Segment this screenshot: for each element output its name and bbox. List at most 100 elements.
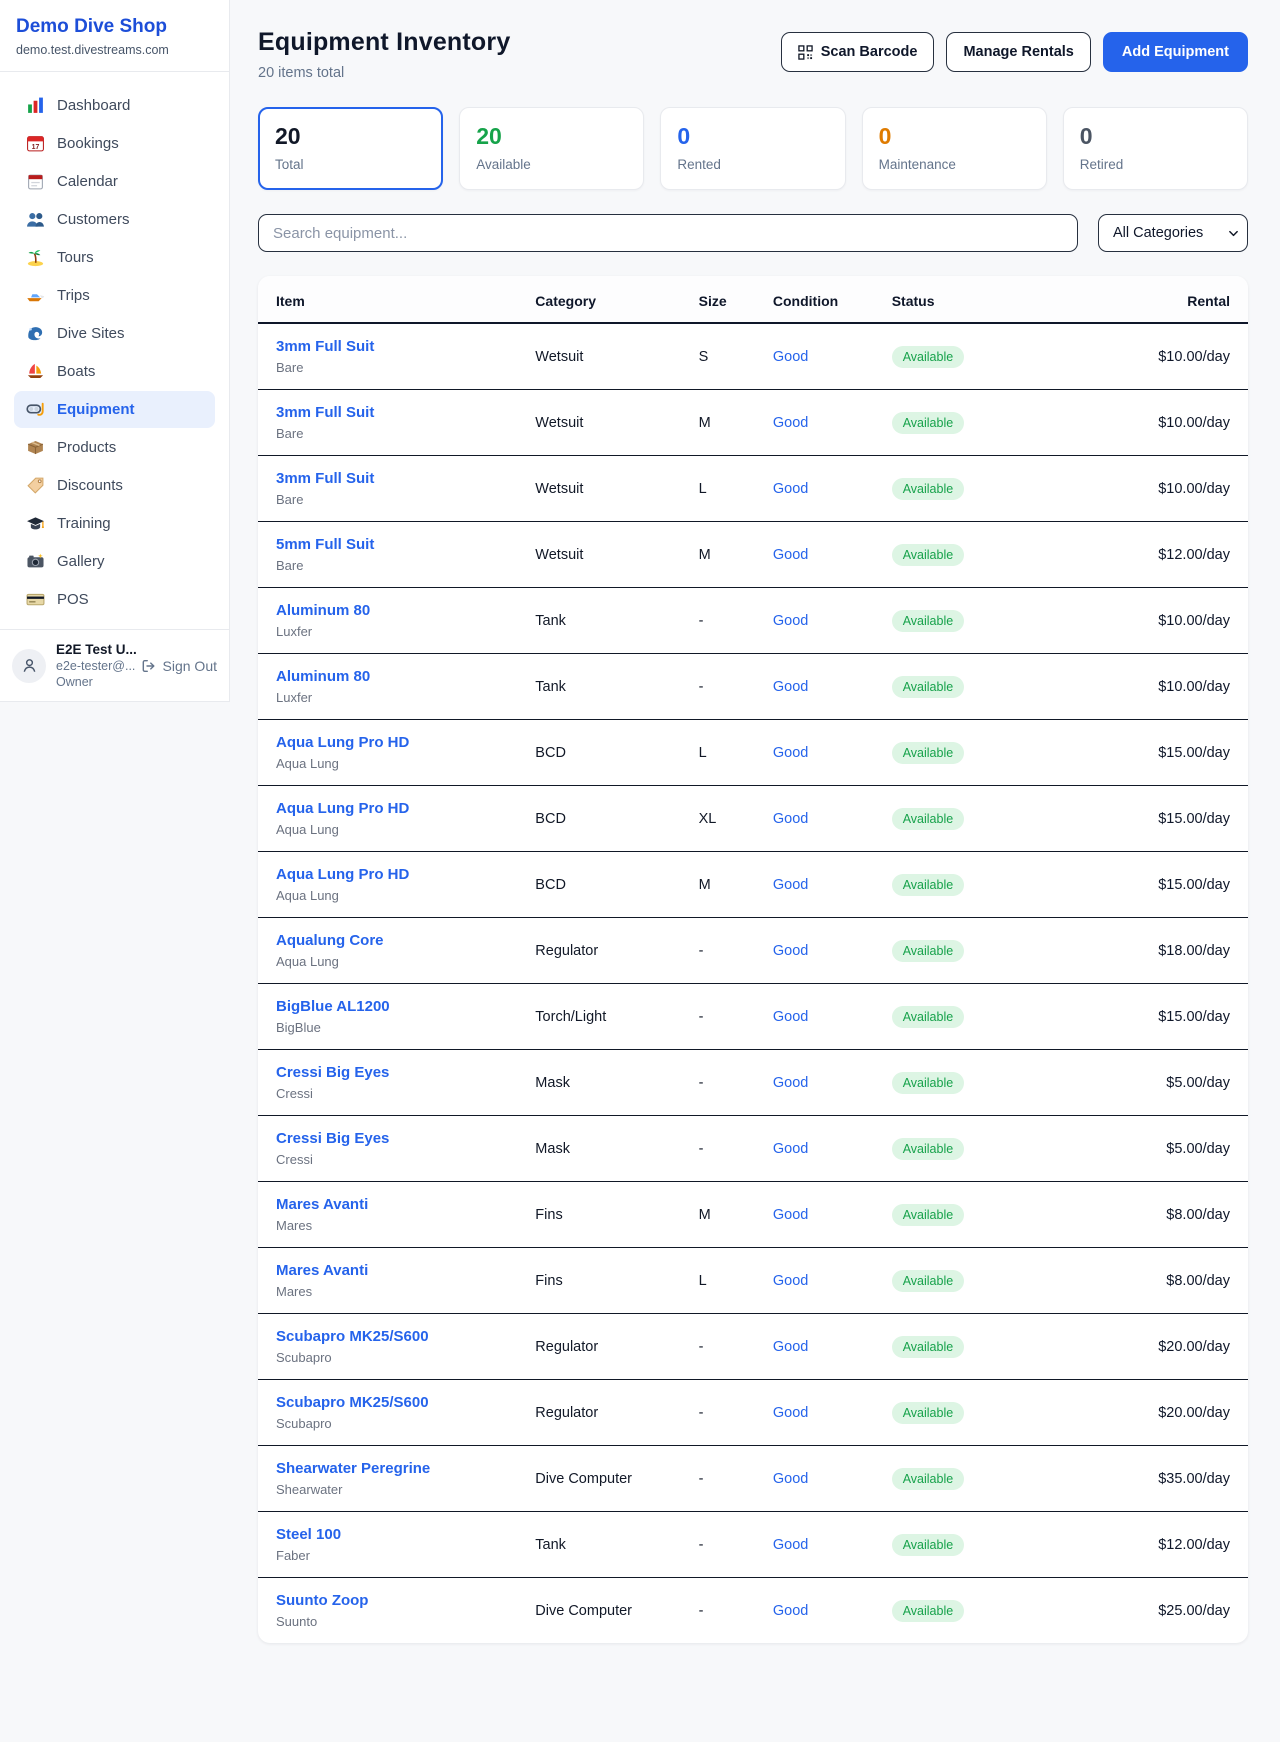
sidebar-item-label: Discounts [57,477,123,494]
rental-price: $15.00/day [1158,745,1230,761]
condition-link[interactable]: Good [773,547,808,563]
condition-link[interactable]: Good [773,1075,808,1091]
sidebar-item-products[interactable]: Products [14,429,215,466]
item-brand: Scubapro [276,1416,515,1431]
item-brand: Bare [276,426,515,441]
add-equipment-label: Add Equipment [1122,44,1229,60]
scan-barcode-button[interactable]: Scan Barcode [781,32,935,72]
sidebar-item-dive-sites[interactable]: Dive Sites [14,315,215,352]
sidebar-item-calendar[interactable]: Calendar [14,163,215,200]
condition-link[interactable]: Good [773,1603,808,1619]
search-input[interactable] [258,214,1078,252]
item-cell: Aqua Lung Pro HDAqua Lung [258,852,525,918]
item-name-link[interactable]: Shearwater Peregrine [276,1460,515,1477]
sign-out-button[interactable]: Sign Out [141,658,219,674]
status-cell: Available [882,654,1080,720]
category-select[interactable]: All Categories [1098,214,1248,252]
condition-link[interactable]: Good [773,415,808,431]
item-name-link[interactable]: Scubapro MK25/S600 [276,1394,515,1411]
item-name-link[interactable]: Aqua Lung Pro HD [276,734,515,751]
condition-link[interactable]: Good [773,1537,808,1553]
item-name-link[interactable]: Aqua Lung Pro HD [276,866,515,883]
item-name-link[interactable]: 3mm Full Suit [276,470,515,487]
sidebar-item-pos[interactable]: POS [14,581,215,618]
size-cell: - [689,1116,763,1182]
item-brand: Aqua Lung [276,954,515,969]
sidebar-item-bookings[interactable]: 17Bookings [14,125,215,162]
category-cell: Regulator [525,1380,688,1446]
stat-card-total[interactable]: 20Total [258,107,443,190]
condition-link[interactable]: Good [773,943,808,959]
stat-card-available[interactable]: 20Available [459,107,644,190]
item-brand: Scubapro [276,1350,515,1365]
item-name-link[interactable]: Aqua Lung Pro HD [276,800,515,817]
sidebar-item-trips[interactable]: Trips [14,277,215,314]
condition-link[interactable]: Good [773,613,808,629]
item-name-link[interactable]: Cressi Big Eyes [276,1064,515,1081]
item-name-link[interactable]: 5mm Full Suit [276,536,515,553]
item-name-link[interactable]: Scubapro MK25/S600 [276,1328,515,1345]
item-name-link[interactable]: Aluminum 80 [276,668,515,685]
condition-link[interactable]: Good [773,811,808,827]
sidebar-item-label: Training [57,515,111,532]
sidebar-item-customers[interactable]: Customers [14,201,215,238]
manage-rentals-button[interactable]: Manage Rentals [946,32,1090,72]
condition-cell: Good [763,918,882,984]
item-name-link[interactable]: Mares Avanti [276,1262,515,1279]
category-cell: Regulator [525,1314,688,1380]
condition-link[interactable]: Good [773,1141,808,1157]
item-brand: Bare [276,360,515,375]
svg-text:17: 17 [32,144,40,151]
item-name-link[interactable]: Mares Avanti [276,1196,515,1213]
user-email: e2e-tester@... [56,659,131,673]
condition-link[interactable]: Good [773,1471,808,1487]
item-name-link[interactable]: Cressi Big Eyes [276,1130,515,1147]
item-cell: 3mm Full Suit Bare [258,390,525,456]
condition-link[interactable]: Good [773,481,808,497]
brand-domain: demo.test.divestreams.com [16,43,213,57]
item-name-link[interactable]: Aqualung Core [276,932,515,949]
rental-price: $12.00/day [1158,547,1230,563]
condition-link[interactable]: Good [773,1273,808,1289]
stats-row: 20Total20Available0Rented0Maintenance0Re… [258,107,1248,190]
brand-name[interactable]: Demo Dive Shop [16,16,213,38]
item-name-link[interactable]: 3mm Full Suit [276,404,515,421]
sidebar-item-tours[interactable]: Tours [14,239,215,276]
sidebar-item-training[interactable]: Training [14,505,215,542]
rental-cell: $15.00/day [1080,852,1248,918]
avatar [12,649,46,683]
item-cell: Aluminum 80Luxfer [258,654,525,720]
item-name-link[interactable]: BigBlue AL1200 [276,998,515,1015]
item-name-link[interactable]: Aluminum 80 [276,602,515,619]
sidebar-item-discounts[interactable]: Discounts [14,467,215,504]
condition-link[interactable]: Good [773,1339,808,1355]
add-equipment-button[interactable]: Add Equipment [1103,32,1248,72]
condition-link[interactable]: Good [773,1405,808,1421]
stat-card-maintenance[interactable]: 0Maintenance [862,107,1047,190]
stat-card-retired[interactable]: 0Retired [1063,107,1248,190]
grad-cap-icon [26,514,45,533]
condition-link[interactable]: Good [773,745,808,761]
rental-price: $10.00/day [1158,481,1230,497]
item-name-link[interactable]: Suunto Zoop [276,1592,515,1609]
table-row: Scubapro MK25/S600ScubaproRegulator-Good… [258,1380,1248,1446]
sidebar-item-dashboard[interactable]: Dashboard [14,87,215,124]
condition-link[interactable]: Good [773,679,808,695]
scan-barcode-label: Scan Barcode [821,44,918,60]
stat-card-rented[interactable]: 0Rented [660,107,845,190]
sidebar-item-gallery[interactable]: Gallery [14,543,215,580]
item-name-link[interactable]: Steel 100 [276,1526,515,1543]
condition-link[interactable]: Good [773,1009,808,1025]
condition-link[interactable]: Good [773,349,808,365]
rental-price: $35.00/day [1158,1471,1230,1487]
item-cell: Scubapro MK25/S600 Scubapro [258,1314,525,1380]
item-name-link[interactable]: 3mm Full Suit [276,338,515,355]
condition-cell: Good [763,1182,882,1248]
sidebar-item-equipment[interactable]: Equipment [14,391,215,428]
status-badge: Available [892,1336,965,1358]
category-cell: BCD [525,786,688,852]
condition-link[interactable]: Good [773,877,808,893]
condition-link[interactable]: Good [773,1207,808,1223]
rental-cell: $10.00/day [1080,654,1248,720]
sidebar-item-boats[interactable]: Boats [14,353,215,390]
